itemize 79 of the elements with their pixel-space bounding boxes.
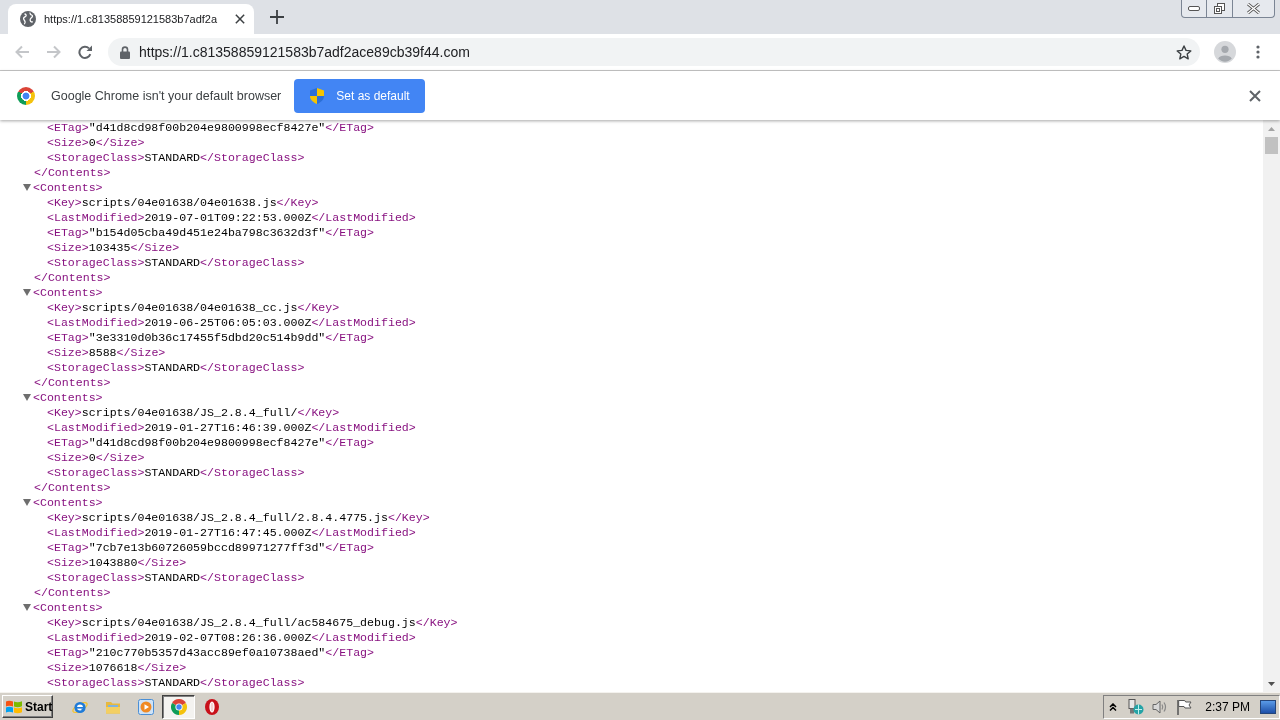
address-bar[interactable]: https://1.c81358859121583b7adf2ace89cb39f44.com xyxy=(108,38,1200,66)
browser-tab[interactable]: https://1.c81358859121583b7adf2a xyxy=(8,4,254,34)
xml-line: <LastModified>2019-01-27T16:46:39.000Z</LastModified> xyxy=(47,420,416,435)
toggle-triangle-icon[interactable] xyxy=(23,499,31,506)
xml-line: <LastModified>2019-07-01T09:22:53.000Z</LastModified> xyxy=(47,210,416,225)
xml-close-tag: </Contents> xyxy=(34,375,111,390)
xml-line: <Size>103435</Size> xyxy=(47,240,180,255)
set-default-button[interactable]: Set as default xyxy=(294,78,425,113)
xml-line: <ETag>"7cb7e13b60726059bccd89971277ff3d"</ETag> xyxy=(47,540,374,555)
xml-line: <Key>scripts/04e01638/JS_2.8.4_full/ac584675_debug.js</Key> xyxy=(47,615,458,630)
xml-line: <ETag>"d41d8cd98f00b204e9800998ecf8427e"</ETag> xyxy=(47,120,374,135)
lock-icon xyxy=(120,45,130,59)
shield-icon xyxy=(310,87,325,104)
xml-line: <Size>1076618</Size> xyxy=(47,660,187,675)
tab-title: https://1.c81358859121583b7adf2a xyxy=(44,13,219,25)
xml-line: <Key>scripts/04e01638/JS_2.8.4_full/2.8.4.4775.js</Key> xyxy=(47,510,430,525)
xml-line: <ETag>"b154d05cba49d451e24ba798c3632d3f"</ETag> xyxy=(47,225,374,240)
xml-line: <StorageClass>STANDARD</StorageClass> xyxy=(47,255,305,270)
toggle-triangle-icon[interactable] xyxy=(23,394,31,401)
close-icon[interactable] xyxy=(235,14,245,24)
xml-open-tag: <Contents> xyxy=(33,180,103,195)
play-icon xyxy=(137,698,154,715)
xml-close-tag: </Contents> xyxy=(34,165,111,180)
scrollbar-thumb[interactable] xyxy=(1265,137,1278,154)
xml-open-tag: <Contents> xyxy=(33,285,103,300)
xml-line: <StorageClass>STANDARD</StorageClass> xyxy=(47,360,305,375)
scrollbar[interactable] xyxy=(1263,120,1280,692)
xml-line: <StorageClass>STANDARD</StorageClass> xyxy=(47,570,305,585)
forward-arrow-icon xyxy=(45,45,61,59)
xml-open-tag: <Contents> xyxy=(33,495,103,510)
start-button[interactable]: Start xyxy=(2,695,53,718)
xml-line: <LastModified>2019-02-07T08:26:36.000Z</LastModified> xyxy=(47,630,416,645)
url-text[interactable]: https://1.c81358859121583b7adf2ace89cb39f44.com xyxy=(139,44,470,60)
xml-line: <ETag>"3e3310d0b36c17455f5dbd20c514b9dd"</ETag> xyxy=(47,330,374,345)
o-logo-icon xyxy=(203,698,220,715)
xml-line: <Size>1043880</Size> xyxy=(47,555,187,570)
chevron-up-icon[interactable] xyxy=(1109,702,1118,711)
infobar-message: Google Chrome isn't your default browser xyxy=(51,88,282,103)
minimize-icon xyxy=(1188,6,1200,11)
clock: 2:37 PM xyxy=(1205,699,1250,714)
xml-line: <StorageClass>STANDARD</StorageClass> xyxy=(47,150,305,165)
taskbar-button[interactable] xyxy=(162,694,195,719)
toggle-triangle-icon[interactable] xyxy=(23,289,31,296)
toggle-triangle-icon[interactable] xyxy=(23,604,31,611)
xml-line: <Size>0</Size> xyxy=(47,450,145,465)
xml-close-tag: </Contents> xyxy=(34,480,111,495)
scroll-down-arrow-icon[interactable] xyxy=(1268,681,1275,686)
xml-close-tag: </Contents> xyxy=(34,585,111,600)
close-icon xyxy=(1247,3,1260,14)
bookmark-star-icon[interactable] xyxy=(1176,44,1192,60)
xml-line: <LastModified>2019-01-27T16:47:45.000Z</LastModified> xyxy=(47,525,416,540)
xml-line: <Size>0</Size> xyxy=(47,135,145,150)
start-logo-icon xyxy=(5,698,23,715)
xml-line: <ETag>"d41d8cd98f00b204e9800998ecf8427e"</ETag> xyxy=(47,435,374,450)
xml-open-tag: <Contents> xyxy=(33,600,103,615)
xml-line: <Key>scripts/04e01638/04e01638.js</Key> xyxy=(47,195,319,210)
close-icon[interactable] xyxy=(1249,89,1261,102)
xml-line: <Size>8588</Size> xyxy=(47,345,166,360)
chrome-logo-icon xyxy=(17,86,35,105)
xml-open-tag: <Contents> xyxy=(33,390,103,405)
xml-close-tag: </Contents> xyxy=(34,270,111,285)
menu-icon[interactable] xyxy=(1256,45,1260,59)
speaker-icon[interactable] xyxy=(1152,698,1169,715)
xml-line: <StorageClass>STANDARD</StorageClass> xyxy=(47,675,305,690)
plus-icon[interactable] xyxy=(270,10,284,24)
flag-icon[interactable] xyxy=(1176,698,1193,715)
xml-line: <LastModified>2019-06-25T06:05:03.000Z</LastModified> xyxy=(47,315,416,330)
reload-icon xyxy=(77,45,93,59)
network-icon[interactable] xyxy=(1128,698,1145,715)
restore-icon xyxy=(1214,3,1225,14)
globe-icon xyxy=(20,11,36,27)
toggle-triangle-icon[interactable] xyxy=(23,184,31,191)
back-arrow-icon xyxy=(13,45,29,59)
chrome-logo-icon xyxy=(170,698,187,715)
show-desktop-button[interactable] xyxy=(1260,699,1276,714)
xml-line: <StorageClass>STANDARD</StorageClass> xyxy=(47,465,305,480)
xml-line: <Key>scripts/04e01638/04e01638_cc.js</Key> xyxy=(47,300,340,315)
xml-line: <Key>scripts/04e01638/JS_2.8.4_full/</Key> xyxy=(47,405,340,420)
xml-line: <ETag>"210c770b5357d43acc89ef0a10738aed"</ETag> xyxy=(47,645,374,660)
